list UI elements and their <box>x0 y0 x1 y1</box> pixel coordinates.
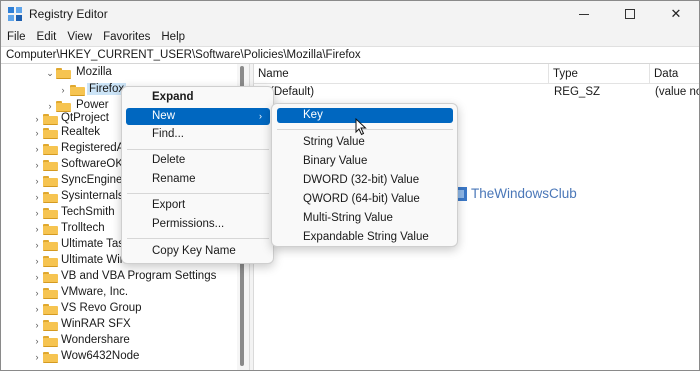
folder-icon <box>43 304 58 315</box>
folder-icon <box>43 128 58 139</box>
chevron-right-icon[interactable]: › <box>32 114 42 124</box>
chevron-right-icon[interactable]: › <box>32 128 42 138</box>
chevron-right-icon[interactable]: › <box>32 144 42 154</box>
chevron-right-icon[interactable]: › <box>32 320 42 330</box>
menu-favorites[interactable]: Favorites <box>103 31 150 43</box>
menu-help[interactable]: Help <box>161 31 185 43</box>
tree-item-wow6432node[interactable]: › Wow6432Node <box>1 348 237 367</box>
chevron-right-icon[interactable]: › <box>32 192 42 202</box>
chevron-right-icon[interactable]: › <box>32 256 42 266</box>
tree-item-label: Ultimate Win <box>61 254 127 266</box>
folder-icon <box>43 288 58 299</box>
menu-file[interactable]: File <box>7 31 26 43</box>
tree-item-label: VS Revo Group <box>61 302 142 314</box>
tree-item-label: Ultimate Task <box>61 238 130 250</box>
column-header-name[interactable]: Name <box>254 64 549 84</box>
menu-item-new[interactable] <box>126 108 270 125</box>
chevron-right-icon[interactable]: › <box>32 336 42 346</box>
submenu-item-multi-string-value[interactable]: Multi-String Value <box>303 209 393 228</box>
chevron-right-icon[interactable]: › <box>58 85 68 95</box>
watermark: TheWindowsClub <box>453 186 577 201</box>
chevron-right-icon[interactable]: › <box>32 272 42 282</box>
tree-item-label: VMware, Inc. <box>61 286 129 298</box>
folder-icon <box>43 160 58 171</box>
chevron-right-icon[interactable]: › <box>32 176 42 186</box>
submenu-item-dword-value[interactable]: DWORD (32-bit) Value <box>303 171 419 190</box>
tree-item-label: SoftwareOK <box>61 158 123 170</box>
folder-icon <box>43 256 58 267</box>
chevron-right-icon[interactable]: › <box>32 208 42 218</box>
menu-edit[interactable]: Edit <box>37 31 57 43</box>
minimize-icon <box>579 13 589 15</box>
tree-item-label: TechSmith <box>61 206 115 218</box>
tree-item-label: Mozilla <box>76 66 112 78</box>
menu-item-delete[interactable]: Delete <box>152 151 185 170</box>
menu-bar: File Edit View Favorites Help <box>1 27 699 46</box>
chevron-right-icon: › <box>259 111 262 121</box>
menu-item-export[interactable]: Export <box>152 196 185 215</box>
menu-item-new-label: New <box>152 110 176 122</box>
value-data: (value no <box>655 86 699 98</box>
folder-icon <box>43 320 58 331</box>
window-title: Registry Editor <box>29 7 108 21</box>
chevron-down-icon[interactable]: ⌄ <box>45 68 55 78</box>
maximize-button[interactable] <box>607 1 653 27</box>
maximize-icon <box>625 9 635 19</box>
close-button[interactable]: ✕ <box>653 1 699 27</box>
tree-item-label: Wow6432Node <box>61 350 140 362</box>
tree-item-label: Sysinternals <box>61 190 124 202</box>
menu-separator <box>127 149 269 150</box>
menu-view[interactable]: View <box>67 31 92 43</box>
column-header-type[interactable]: Type <box>549 64 650 84</box>
tree-item-label: Wondershare <box>61 334 130 346</box>
tree-item-label: QtProject <box>61 112 109 124</box>
watermark-text: TheWindowsClub <box>471 186 577 201</box>
submenu-item-qword-value[interactable]: QWORD (64-bit) Value <box>303 190 420 209</box>
context-menu: Expand New › Find... Delete Rename Expor… <box>121 86 274 264</box>
folder-icon <box>43 352 58 363</box>
menu-item-copy-key-name[interactable]: Copy Key Name <box>152 242 236 261</box>
submenu-item-expandable-string-value[interactable]: Expandable String Value <box>303 228 429 247</box>
folder-icon <box>43 208 58 219</box>
folder-icon <box>43 192 58 203</box>
registry-editor-window: Registry Editor ✕ File Edit View Favorit… <box>0 0 700 371</box>
minimize-button[interactable] <box>561 1 607 27</box>
registry-icon <box>8 7 22 21</box>
folder-icon <box>43 176 58 187</box>
tree-item-label: WinRAR SFX <box>61 318 131 330</box>
tree-item-label: VB and VBA Program Settings <box>61 270 217 282</box>
mouse-cursor-icon <box>355 118 367 136</box>
tree-item-label: Realtek <box>61 126 100 138</box>
menu-item-find[interactable]: Find... <box>152 125 184 144</box>
value-type: REG_SZ <box>554 86 601 98</box>
value-name[interactable]: (Default) <box>270 86 314 98</box>
chevron-right-icon[interactable]: › <box>32 240 42 250</box>
chevron-right-icon[interactable]: › <box>32 160 42 170</box>
tree-item-label: Trolltech <box>61 222 105 234</box>
address-bar[interactable]: Computer\HKEY_CURRENT_USER\Software\Poli… <box>1 46 699 64</box>
menu-separator <box>127 238 269 239</box>
title-bar[interactable]: Registry Editor ✕ <box>1 1 699 27</box>
menu-separator <box>127 193 269 194</box>
close-icon: ✕ <box>670 6 682 21</box>
menu-item-expand[interactable]: Expand <box>152 88 194 107</box>
menu-item-rename[interactable]: Rename <box>152 170 195 189</box>
folder-icon <box>43 144 58 155</box>
folder-icon <box>43 224 58 235</box>
tree-item-label: SyncEngines <box>61 174 129 186</box>
chevron-right-icon[interactable]: › <box>32 352 42 362</box>
folder-icon <box>56 68 71 79</box>
chevron-right-icon[interactable]: › <box>32 288 42 298</box>
chevron-right-icon[interactable]: › <box>32 304 42 314</box>
folder-icon <box>43 336 58 347</box>
folder-icon <box>43 272 58 283</box>
folder-icon <box>43 240 58 251</box>
column-header-data[interactable]: Data <box>650 64 699 84</box>
submenu-item-key-label: Key <box>303 109 323 121</box>
submenu-item-binary-value[interactable]: Binary Value <box>303 152 367 171</box>
chevron-right-icon[interactable]: › <box>32 224 42 234</box>
folder-icon <box>70 85 85 96</box>
menu-item-permissions[interactable]: Permissions... <box>152 215 224 234</box>
